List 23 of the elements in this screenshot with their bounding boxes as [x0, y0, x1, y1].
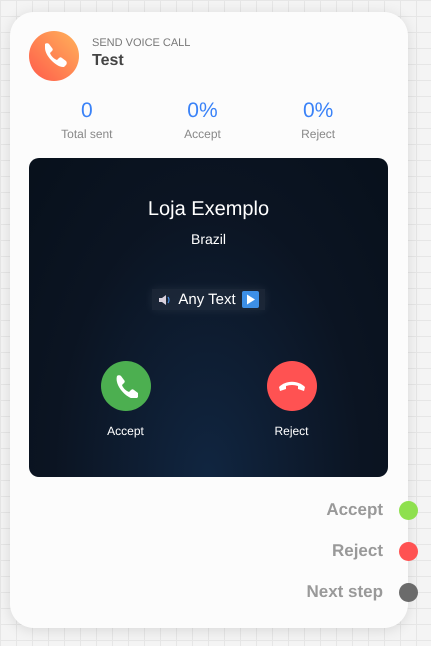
node-type: SEND VOICE CALL: [92, 36, 190, 48]
stat-value: 0%: [187, 99, 218, 123]
output-label: Reject: [332, 541, 383, 561]
caller-name: Loja Exemplo: [148, 198, 270, 221]
stat-label: Reject: [301, 127, 336, 141]
reject-call-button[interactable]: [266, 361, 316, 411]
call-button-label: Reject: [274, 424, 308, 438]
hang-up-icon: [278, 380, 306, 392]
accept-call-button[interactable]: [100, 361, 150, 411]
stat-value: 0: [80, 99, 93, 123]
stat-value: 0%: [302, 99, 334, 123]
play-icon: [242, 291, 259, 308]
phone-icon: [29, 31, 79, 81]
speaker-icon: [158, 292, 172, 306]
output-label: Accept: [326, 500, 383, 520]
caller-location: Brazil: [190, 231, 226, 247]
call-button-label: Accept: [107, 424, 144, 438]
message-text: Any Text: [178, 291, 236, 308]
phone-icon: [114, 374, 138, 398]
stat-label: Total sent: [61, 127, 113, 141]
node-title: Test: [92, 52, 125, 70]
output-label: Next step: [306, 582, 383, 602]
stat-label: Accept: [184, 127, 221, 141]
